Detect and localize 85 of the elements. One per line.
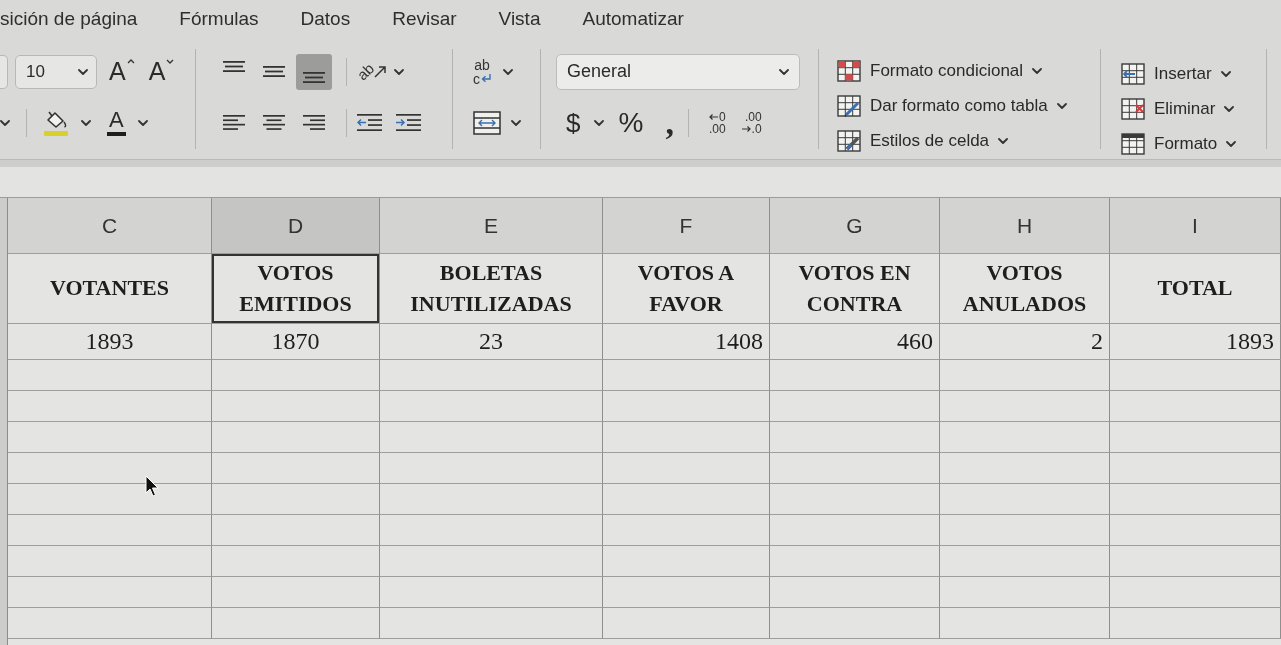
cell-styles-button[interactable]: Estilos de celda (837, 125, 1009, 156)
menu-tab[interactable]: Vista (498, 8, 541, 30)
table-header-cell: VOTOS ANULADOS (940, 254, 1110, 324)
delete-button[interactable]: Eliminar (1121, 93, 1235, 124)
grid-brush-icon (837, 129, 861, 152)
menu-tab[interactable]: sición de página (0, 8, 138, 30)
table-cell: 460 (770, 324, 940, 360)
column-header[interactable]: E (380, 198, 603, 254)
table-cell: 1870 (212, 324, 380, 360)
chevron-down-icon (1032, 67, 1043, 74)
align-bottom-button[interactable] (296, 53, 332, 90)
menu-tab[interactable]: Revisar (392, 8, 457, 30)
column-header[interactable]: C (8, 198, 212, 254)
decrease-decimal-button[interactable]: .00 .0 (741, 110, 762, 135)
wrap-text-button[interactable]: ab c (473, 57, 491, 86)
chevron-down-icon[interactable] (511, 119, 521, 126)
font-name-field[interactable] (0, 54, 8, 89)
align-bottom-icon (303, 71, 325, 83)
font-size-field[interactable]: 10 (15, 54, 97, 89)
menu-tab[interactable]: Fórmulas (179, 8, 259, 30)
table-header-cell: VOTOS EN CONTRA (770, 254, 940, 324)
menu-tab[interactable]: Automatizar (582, 8, 684, 30)
comma-style-button[interactable]: , (665, 105, 674, 140)
increase-decimal-button[interactable]: 0 .00 (708, 110, 726, 135)
chevron-down-icon (78, 68, 88, 75)
increase-indent-icon[interactable] (396, 114, 421, 131)
highlighted-grid-icon (837, 59, 861, 82)
table-cell: 1893 (1110, 324, 1281, 360)
font-color-button[interactable]: A (107, 109, 126, 136)
return-arrow-icon (481, 74, 491, 83)
chevron-down-icon (779, 68, 789, 75)
table-cell: 1408 (603, 324, 770, 360)
chevron-down-icon[interactable] (594, 119, 605, 126)
align-left-icon (223, 115, 245, 130)
diagonal-arrow-icon (373, 65, 386, 78)
chevron-down-icon[interactable] (137, 119, 148, 126)
chevron-down-icon (998, 137, 1009, 144)
table-cell: 2 (940, 324, 1110, 360)
chevron-down-icon[interactable] (81, 119, 91, 126)
number-format-dropdown[interactable]: General (556, 53, 800, 90)
table-header-cell: TOTAL (1110, 254, 1281, 324)
column-header[interactable]: F (603, 198, 770, 254)
column-header[interactable]: G (770, 198, 940, 254)
decrease-indent-icon[interactable] (357, 114, 382, 131)
format-as-table-button[interactable]: Dar formato como tabla (837, 90, 1067, 121)
chevron-down-icon (1226, 140, 1237, 147)
align-top-icon (223, 60, 245, 72)
currency-button[interactable]: $ (566, 109, 581, 136)
table-header-cell: BOLETAS INUTILIZADAS (380, 254, 603, 324)
grid-pencil-icon (837, 94, 861, 117)
chevron-down-icon[interactable] (0, 119, 10, 126)
table-cell: 1893 (8, 324, 212, 360)
percent-button[interactable]: % (618, 108, 644, 137)
table-header-cell: VOTOS A FAVOR (603, 254, 770, 324)
chevron-down-icon[interactable] (503, 68, 513, 75)
grid-insert-icon (1121, 62, 1145, 85)
caret-down-icon (166, 59, 175, 64)
align-middle-icon (263, 66, 285, 77)
orientation-button[interactable]: ab (357, 64, 386, 79)
table-header-cell: VOTOS EMITIDOS (212, 254, 380, 324)
grow-font-button[interactable]: A (109, 59, 135, 84)
paint-bucket-icon[interactable] (43, 109, 71, 136)
menu-tab[interactable]: Datos (300, 8, 351, 30)
column-header[interactable]: I (1110, 198, 1281, 254)
column-header[interactable]: D (212, 198, 380, 254)
format-button[interactable]: Formato (1121, 128, 1237, 159)
caret-up-icon (126, 59, 135, 64)
mouse-pointer-icon (145, 475, 159, 497)
shrink-font-button[interactable]: A (148, 59, 175, 84)
left-arrow-icon (708, 113, 718, 120)
align-right-icon (303, 115, 325, 130)
grid-delete-icon (1121, 97, 1145, 120)
chevron-down-icon (1056, 102, 1067, 109)
column-header[interactable]: H (940, 198, 1110, 254)
table-header-cell: VOTANTES (8, 254, 212, 324)
merge-cells-icon[interactable] (473, 110, 501, 135)
right-arrow-icon (741, 125, 751, 132)
chevron-down-icon (1220, 70, 1231, 77)
grid-icon (1121, 132, 1145, 155)
table-cell: 23 (380, 324, 603, 360)
align-center-icon (263, 115, 285, 130)
chevron-down-icon[interactable] (393, 68, 404, 75)
chevron-down-icon (1224, 105, 1235, 112)
insert-button[interactable]: Insertar (1121, 58, 1231, 89)
conditional-formatting-button[interactable]: Formato condicional (837, 55, 1043, 86)
